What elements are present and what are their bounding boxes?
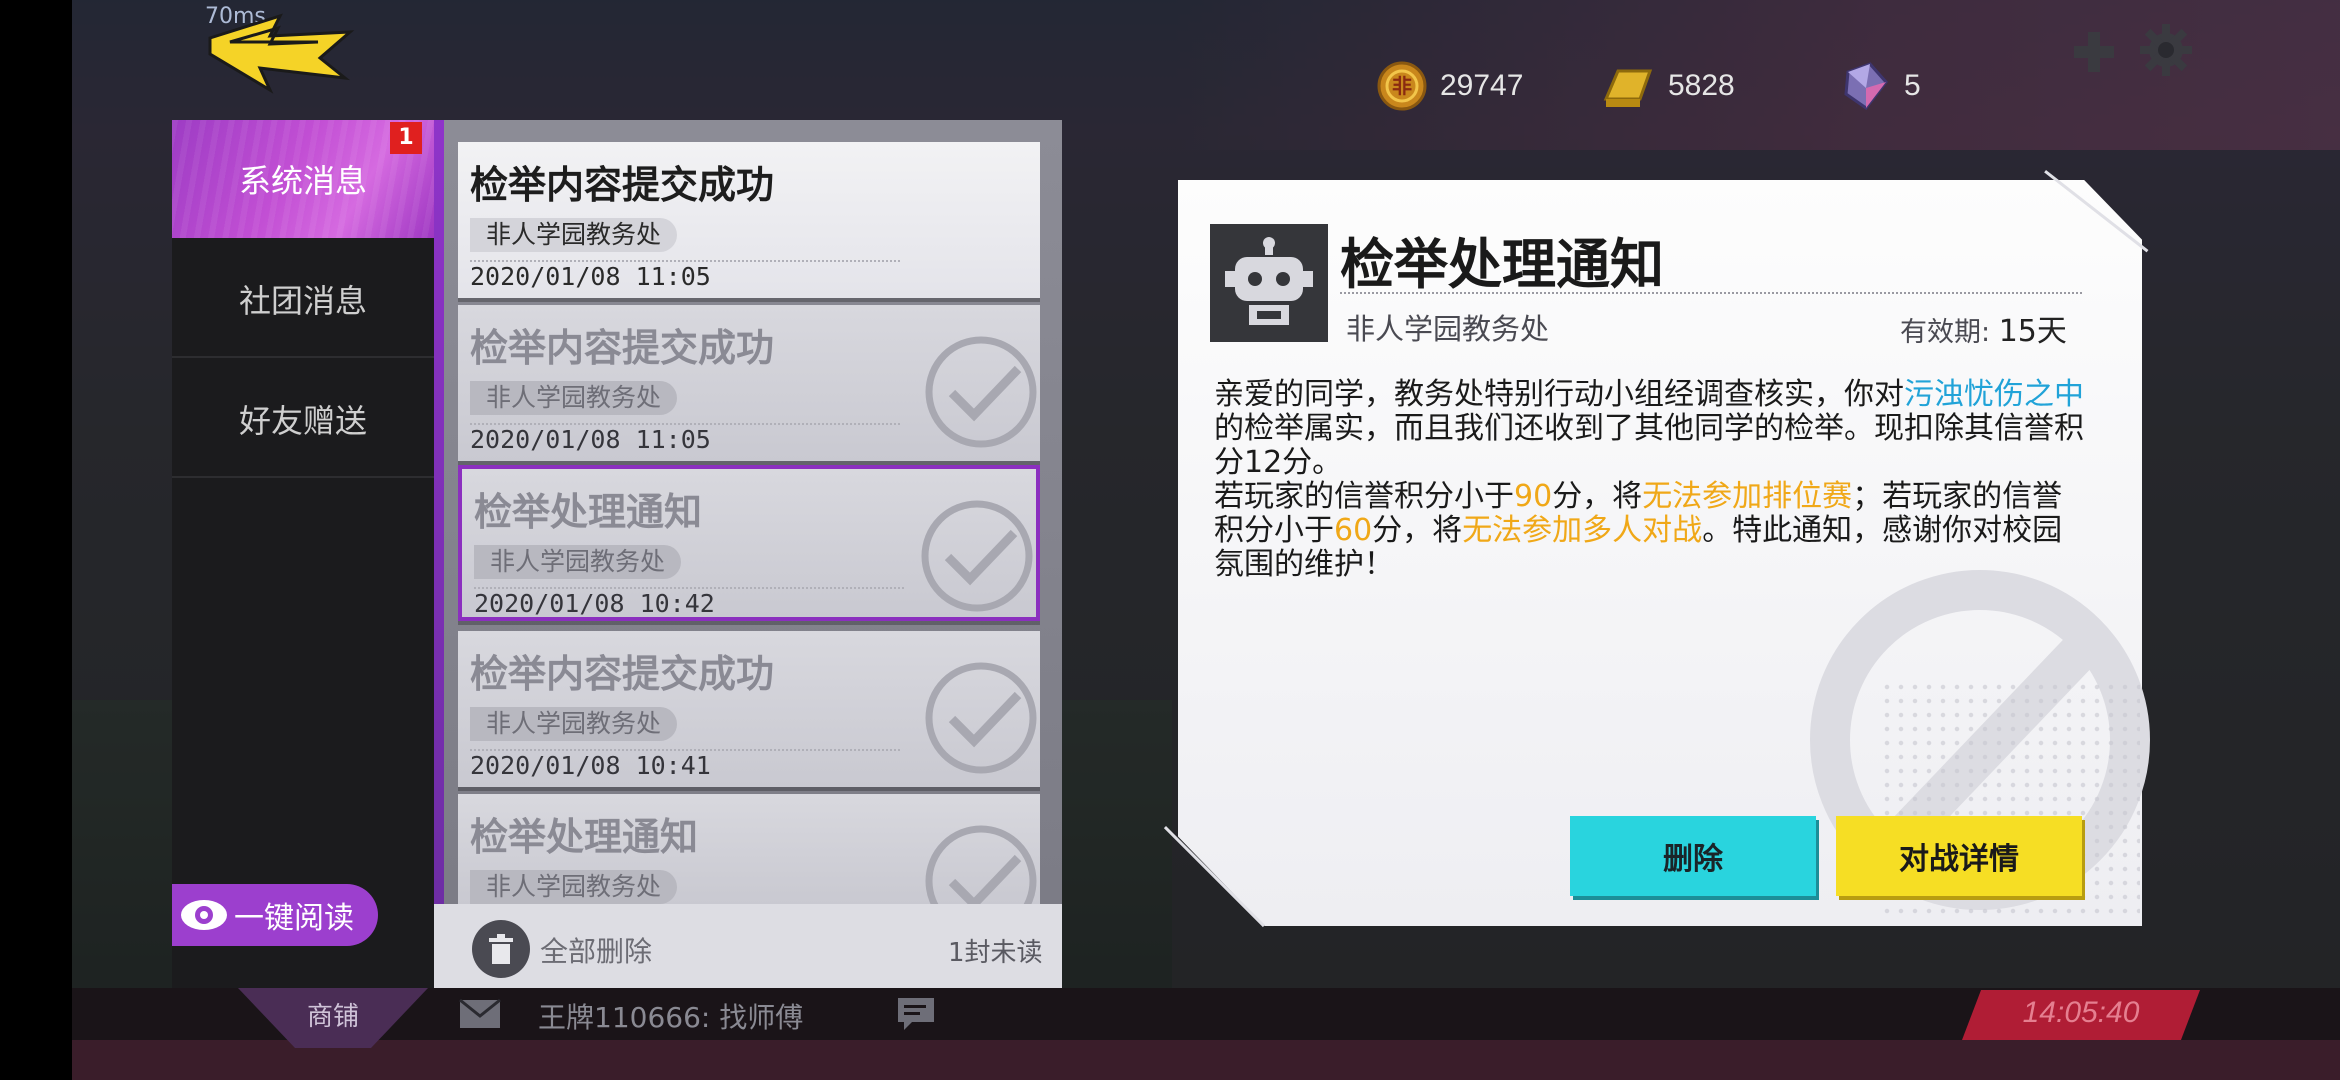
message-item-selected[interactable]: 检举处理通知 非人学园教务处 2020/01/08 10:42 [458, 465, 1040, 621]
shop-label[interactable]: 商铺 [238, 996, 428, 1033]
gold-counter: 5828 [1600, 60, 1735, 112]
robot-avatar-icon [1210, 224, 1328, 342]
coin-counter: 非 29747 [1376, 60, 1523, 112]
score-threshold: 90 [1514, 479, 1553, 514]
detail-body: 亲爱的同学，教务处特别行动小组经调查核实，你对污浊忧伤之中的检举属实，而且我们还… [1214, 378, 2086, 582]
divider [172, 356, 434, 358]
unread-count: 1封未读 [948, 938, 1043, 968]
detail-sender: 非人学园教务处 [1346, 312, 1550, 346]
validity-value: 15天 [1998, 314, 2067, 349]
message-date: 2020/01/08 11:05 [470, 262, 711, 291]
message-sender: 非人学园教务处 [470, 870, 678, 904]
message-item[interactable]: 检举内容提交成功 非人学园教务处 2020/01/08 11:05 [458, 142, 1040, 298]
gold-amount: 5828 [1668, 69, 1735, 102]
message-item[interactable]: 检举内容提交成功 非人学园教务处 2020/01/08 11:05 [458, 305, 1040, 461]
message-title: 检举内容提交成功 [470, 652, 775, 696]
tab-club-messages[interactable]: 社团消息 [172, 240, 434, 358]
tab-label: 社团消息 [238, 282, 367, 320]
read-check-icon [925, 662, 1037, 774]
gold-bar-icon [1603, 69, 1653, 107]
body-text: 分，将 [1552, 479, 1643, 514]
battle-details-button[interactable]: 对战详情 [1836, 816, 2082, 896]
validity-label: 有效期: [1900, 317, 1991, 348]
message-sender: 非人学园教务处 [474, 545, 682, 579]
message-sender: 非人学园教务处 [470, 218, 678, 252]
message-sender: 非人学园教务处 [470, 381, 678, 415]
gem-counter: 5 [1840, 60, 1921, 112]
body-text: 分，将 [1372, 513, 1463, 548]
body-text: 若玩家的信誉积分小于 [1214, 479, 1514, 514]
back-arrow-icon[interactable] [200, 8, 360, 98]
read-all-label: 一键阅读 [234, 901, 354, 936]
message-date: 2020/01/08 11:05 [470, 425, 711, 454]
body-paragraph: 亲爱的同学，教务处特别行动小组经调查核实，你对污浊忧伤之中的检举属实，而且我们还… [1214, 378, 2086, 480]
coin-amount: 29747 [1440, 69, 1524, 102]
eye-icon [181, 900, 227, 930]
message-date: 2020/01/08 10:42 [474, 589, 715, 618]
score-threshold: 60 [1334, 513, 1373, 548]
message-item[interactable]: 检举处理通知 非人学园教务处 [458, 794, 1040, 904]
plus-icon[interactable] [2070, 28, 2118, 76]
divider [172, 476, 434, 478]
bottom-strip [72, 1040, 2340, 1080]
restriction-text: 无法参加多人对战 [1462, 513, 1703, 548]
read-all-button[interactable]: 一键阅读 [172, 884, 378, 946]
read-check-icon [921, 500, 1033, 612]
message-date: 2020/01/08 10:41 [470, 751, 711, 780]
delete-all-button[interactable]: 全部删除 [540, 930, 652, 970]
trash-icon[interactable] [472, 920, 530, 978]
chat-icon[interactable] [896, 996, 936, 1034]
body-text: 的检举属实，而且我们还收到了其他同学的检举。现扣除其信誉积分12分。 [1214, 411, 2084, 480]
read-check-icon [925, 825, 1037, 904]
message-sender: 非人学园教务处 [470, 707, 678, 741]
chat-preview[interactable]: 王牌110666: 找师傅 [538, 996, 803, 1036]
restriction-text: 无法参加排位赛 [1642, 479, 1853, 514]
message-title: 检举处理通知 [470, 815, 699, 859]
message-title: 检举内容提交成功 [470, 326, 775, 370]
clock: 14:05:40 [2022, 996, 2140, 1029]
delete-button[interactable]: 删除 [1570, 816, 1816, 896]
gem-icon [1844, 62, 1888, 111]
gear-icon[interactable] [2138, 22, 2194, 78]
body-text: 亲爱的同学，教务处特别行动小组经调查核实，你对 [1214, 377, 1904, 412]
body-paragraph: 若玩家的信誉积分小于90分，将无法参加排位赛；若玩家的信誉积分小于60分，将无法… [1214, 480, 2086, 582]
tab-friend-gifts[interactable]: 好友赠送 [172, 360, 434, 478]
tab-label: 好友赠送 [238, 402, 367, 440]
reported-player-name[interactable]: 污浊忧伤之中 [1904, 377, 2084, 412]
divider [1340, 292, 2082, 294]
read-check-icon [925, 336, 1037, 448]
detail-title: 检举处理通知 [1340, 233, 1664, 296]
unread-badge: 1 [390, 122, 422, 154]
coin-icon: 非 [1377, 61, 1427, 111]
validity-period: 有效期: 15天 [1900, 306, 2067, 350]
message-item[interactable]: 检举内容提交成功 非人学园教务处 2020/01/08 10:41 [458, 631, 1040, 787]
gem-amount: 5 [1904, 69, 1921, 102]
message-title: 检举处理通知 [474, 490, 703, 534]
tab-label: 系统消息 [238, 162, 367, 200]
mail-icon[interactable] [458, 996, 502, 1032]
svg-text:非: 非 [1392, 74, 1412, 98]
list-accent-bar [434, 120, 444, 988]
message-title: 检举内容提交成功 [470, 163, 775, 207]
